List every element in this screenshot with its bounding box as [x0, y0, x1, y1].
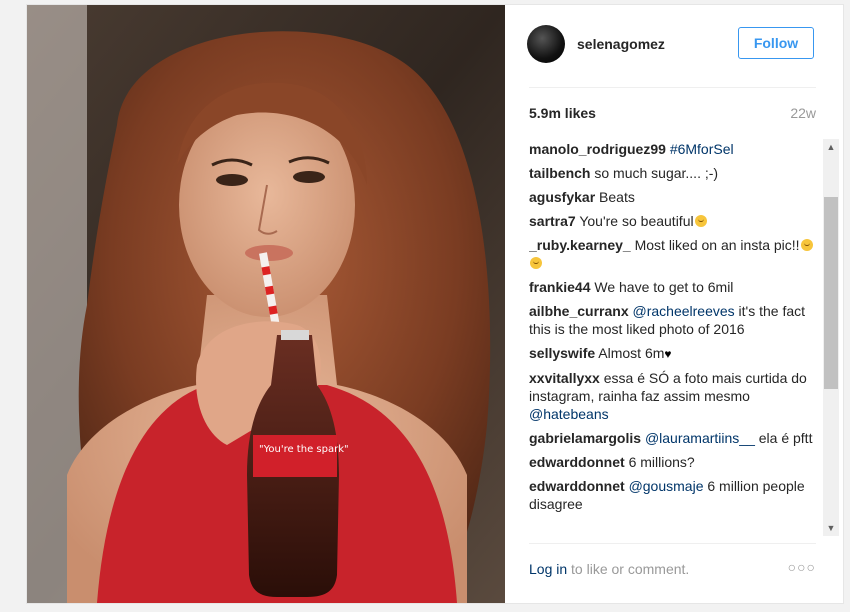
post-username[interactable]: selenagomez	[577, 36, 665, 52]
comment-username[interactable]: xxvitallyxx	[529, 370, 600, 386]
post-modal: "You're the spark" selenagomez Follow 5.…	[26, 4, 844, 604]
header-divider	[529, 87, 816, 88]
emoji-icon	[800, 239, 813, 251]
footer-divider	[529, 543, 816, 544]
likes-count[interactable]: 5.9m likes	[529, 105, 596, 121]
scroll-down-icon[interactable]: ▼	[823, 520, 839, 536]
comment-text: Most liked on an insta pic!!	[634, 237, 800, 253]
comment-mention-link[interactable]: @lauramartiins__	[645, 430, 755, 446]
comment-username[interactable]: manolo_rodriguez99	[529, 141, 666, 157]
comment-username[interactable]: _ruby.kearney_	[529, 237, 631, 253]
heart-icon: ♥	[664, 347, 672, 361]
comment-text: 6 millions?	[628, 454, 695, 470]
comment-username[interactable]: ailbhe_curranx	[529, 303, 629, 319]
login-link[interactable]: Log in	[529, 561, 567, 577]
post-sidebar: selenagomez Follow 5.9m likes 22w manolo…	[505, 5, 843, 603]
comment-item: agusfykar Beats	[529, 188, 814, 206]
comment-item: xxvitallyxx essa é SÓ a foto mais curtid…	[529, 369, 814, 423]
scrollbar-thumb[interactable]	[824, 197, 838, 389]
post-age[interactable]: 22w	[790, 105, 816, 121]
comment-item: ailbhe_curranx @racheelreeves it's the f…	[529, 302, 814, 338]
comment-item: frankie44 We have to get to 6mil	[529, 278, 814, 296]
avatar[interactable]	[527, 25, 565, 63]
post-photo[interactable]: "You're the spark"	[27, 5, 505, 603]
comment-item: sellyswife Almost 6m♥	[529, 344, 814, 363]
comment-item: _ruby.kearney_ Most liked on an insta pi…	[529, 236, 814, 272]
comment-username[interactable]: tailbench	[529, 165, 590, 181]
login-row: Log in to like or comment. ○○○	[529, 559, 816, 581]
scroll-up-icon[interactable]: ▲	[823, 139, 839, 155]
emoji-icon	[530, 257, 542, 269]
more-options-icon[interactable]: ○○○	[788, 559, 816, 575]
comment-item: edwarddonnet 6 millions?	[529, 453, 814, 471]
comment-username[interactable]: frankie44	[529, 279, 590, 295]
comment-username[interactable]: agusfykar	[529, 189, 595, 205]
comment-username[interactable]: sartra7	[529, 213, 576, 229]
emoji-icon	[694, 215, 707, 227]
comment-text: Almost 6m	[598, 345, 665, 361]
photo-illustration: "You're the spark"	[27, 5, 505, 603]
comment-username[interactable]: edwarddonnet	[529, 478, 625, 494]
comment-text: ela é pftt	[754, 430, 813, 446]
comment-mention-link[interactable]: @racheelreeves	[633, 303, 735, 319]
comment-text: You're so beautiful	[579, 213, 694, 229]
comment-mention-link[interactable]: @gousmaje	[629, 478, 704, 494]
comment-item: edwarddonnet @gousmaje 6 million people …	[529, 477, 814, 513]
comment-username[interactable]: gabrielamargolis	[529, 430, 641, 446]
comment-mention-link[interactable]: #6MforSel	[670, 141, 734, 157]
follow-button[interactable]: Follow	[738, 27, 814, 59]
comment-username[interactable]: sellyswife	[529, 345, 595, 361]
comment-item: tailbench so much sugar.... ;-)	[529, 164, 814, 182]
comment-mention-link[interactable]: @hatebeans	[529, 406, 609, 422]
comments-scrollbar[interactable]: ▲ ▼	[823, 139, 839, 536]
login-prompt: to like or comment.	[567, 561, 690, 577]
comment-text: We have to get to 6mil	[594, 279, 734, 295]
comment-text: so much sugar.... ;-)	[594, 165, 719, 181]
comment-item: gabrielamargolis @lauramartiins__ ela é …	[529, 429, 814, 447]
comment-text: Beats	[599, 189, 635, 205]
comment-item: manolo_rodriguez99 #6MforSel	[529, 140, 814, 158]
comment-item: sartra7 You're so beautiful	[529, 212, 814, 230]
post-header: selenagomez Follow	[505, 5, 843, 87]
bottle-label: "You're the spark"	[259, 444, 349, 455]
comment-list[interactable]: manolo_rodriguez99 #6MforSel tailbench so…	[529, 140, 814, 536]
comment-username[interactable]: edwarddonnet	[529, 454, 625, 470]
likes-row: 5.9m likes 22w	[529, 105, 816, 125]
